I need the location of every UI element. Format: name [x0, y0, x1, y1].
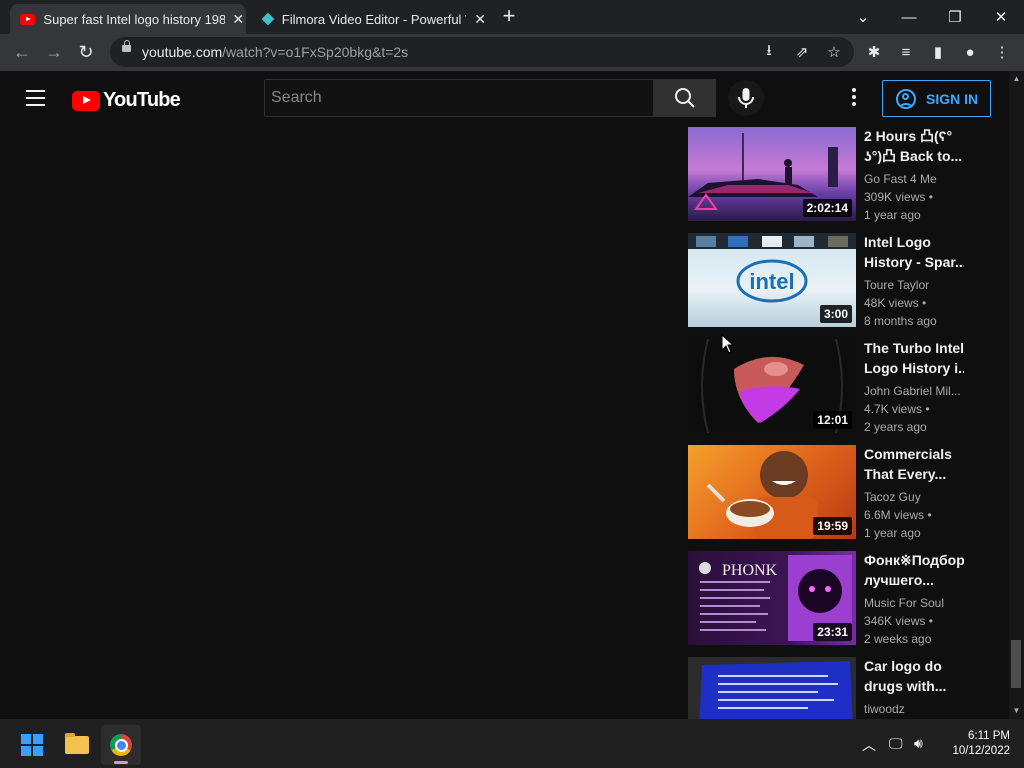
channel-name[interactable]: John Gabriel Mil...	[864, 382, 974, 400]
scroll-up-arrow-icon[interactable]: ▲	[1009, 72, 1024, 86]
duration-badge: 23:31	[813, 623, 852, 641]
video-title[interactable]: Car logo do drugs with...	[864, 656, 964, 696]
video-title[interactable]: The Turbo Intel Logo History i...	[864, 338, 964, 378]
tab-filmora[interactable]: Filmora Video Editor - Powerful V ✕	[252, 4, 488, 34]
tab-title: Super fast Intel logo history 1981	[43, 11, 225, 27]
tab-title: Filmora Video Editor - Powerful V	[281, 11, 467, 27]
settings-menu-icon[interactable]	[846, 88, 862, 108]
search-icon	[675, 88, 695, 108]
lock-icon[interactable]	[122, 40, 131, 52]
new-tab-button[interactable]: +	[498, 5, 520, 28]
upload-age: 1 year ago	[864, 526, 921, 540]
media-control-icon[interactable]: ≡	[894, 40, 918, 64]
share-icon[interactable]: ⇗	[790, 40, 814, 64]
profile-icon[interactable]: ●	[958, 40, 982, 64]
start-button[interactable]	[12, 725, 52, 765]
bookmark-star-icon[interactable]: ☆	[822, 40, 846, 64]
side-panel-icon[interactable]: ▮	[926, 40, 950, 64]
duration-badge: 3:00	[819, 305, 852, 323]
recommended-video[interactable]: 2:02:14 2 Hours 凸(ʕ° ʖ°)凸 Back to... Go …	[688, 127, 988, 222]
clock-date: 10/12/2022	[952, 745, 1010, 757]
recommended-video[interactable]: 19:59 Commercials That Every... Tacoz Gu…	[688, 444, 988, 540]
duration-badge: 19:59	[813, 517, 852, 535]
close-tab-icon[interactable]: ✕	[231, 11, 246, 27]
duration-badge: 12:01	[813, 411, 852, 429]
url-text[interactable]: youtube.com/watch?v=o1FxSp20bkg&t=2s	[142, 44, 408, 60]
upload-age: 2 years ago	[864, 420, 927, 434]
filmora-favicon-icon	[261, 12, 275, 26]
scrollbar-thumb[interactable]	[1011, 640, 1021, 688]
video-title[interactable]: 2 Hours 凸(ʕ° ʖ°)凸 Back to...	[864, 127, 964, 166]
duration-badge: 2:02:14	[802, 199, 852, 217]
view-count: 48K views •	[864, 296, 927, 310]
recommended-video[interactable]: PHONK 23:31 Фонк※Подборк лучшего... Musi…	[688, 550, 988, 646]
upload-age: 8 months ago	[864, 314, 937, 328]
view-count: 4.7K views •	[864, 402, 930, 416]
install-app-icon[interactable]: ⭳	[757, 40, 781, 64]
chrome-menu-icon[interactable]: ⋮	[990, 40, 1014, 64]
windows-logo-icon	[21, 734, 43, 756]
clock-time: 6:11 PM	[968, 730, 1010, 742]
thumbnail-logo-text: PHONK	[722, 562, 778, 579]
account-icon	[896, 88, 916, 109]
channel-name[interactable]: Music For Soul	[864, 594, 974, 612]
forward-button[interactable]: →	[40, 38, 68, 66]
channel-name[interactable]: Go Fast 4 Me	[864, 170, 974, 188]
tab-search-icon[interactable]: ⌄	[840, 0, 886, 34]
system-clock[interactable]: 6:11 PM 10/12/2022	[944, 729, 1010, 759]
tab-youtube[interactable]: Super fast Intel logo history 1981 ✕	[10, 4, 246, 34]
chrome-icon	[110, 734, 132, 756]
restore-button[interactable]: ❐	[932, 0, 978, 34]
youtube-play-icon	[72, 90, 100, 111]
view-count: 6.6M views •	[864, 508, 932, 522]
recommendations-list: 2:02:14 2 Hours 凸(ʕ° ʖ°)凸 Back to... Go …	[688, 127, 988, 719]
back-button[interactable]: ←	[8, 38, 36, 66]
youtube-favicon-icon	[20, 13, 36, 25]
upload-age: 1 year ago	[864, 208, 921, 222]
channel-name[interactable]: Tacoz Guy	[864, 488, 974, 506]
search-button[interactable]	[654, 79, 716, 117]
recommended-video[interactable]: intel 3:00 Intel Logo History - Spar... …	[688, 232, 988, 328]
close-window-button[interactable]: ✕	[978, 0, 1024, 34]
microphone-icon	[738, 88, 754, 108]
sign-in-button[interactable]: SIGN IN	[882, 80, 991, 117]
youtube-logo[interactable]: YouTube	[72, 89, 181, 112]
video-title[interactable]: Фонк※Подборк лучшего...	[864, 550, 964, 590]
volume-icon[interactable]: 🔊︎	[914, 735, 923, 752]
file-explorer-button[interactable]	[57, 725, 97, 765]
video-thumbnail[interactable]: intel 3:00	[688, 233, 856, 327]
channel-name[interactable]: tiwoodz	[864, 700, 974, 718]
close-tab-icon[interactable]: ✕	[472, 11, 488, 27]
voice-search-button[interactable]	[728, 80, 764, 116]
thumbnail-logo-text: intel	[749, 269, 794, 294]
video-thumbnail[interactable]: PHONK 23:31	[688, 551, 856, 645]
search-box	[264, 79, 654, 117]
network-icon[interactable]: 🖵	[889, 735, 903, 752]
scroll-down-arrow-icon[interactable]: ▼	[1009, 704, 1024, 718]
extensions-icon[interactable]: ✱	[862, 40, 886, 64]
view-count: 309K views •	[864, 190, 933, 204]
channel-name[interactable]: Toure Taylor	[864, 276, 974, 294]
page-scrollbar[interactable]	[1009, 71, 1024, 719]
active-app-indicator	[114, 761, 128, 764]
video-thumbnail[interactable]: 12:01	[688, 339, 856, 433]
video-thumbnail[interactable]: 19:59	[688, 445, 856, 539]
reload-button[interactable]: ↻	[72, 38, 100, 66]
recommended-video[interactable]: Car logo do drugs with... tiwoodz	[688, 657, 988, 719]
upload-age: 2 weeks ago	[864, 632, 932, 646]
show-hidden-icons-icon[interactable]: ︿	[862, 735, 876, 755]
video-thumbnail[interactable]	[688, 657, 856, 719]
folder-icon	[65, 733, 89, 754]
chrome-taskbar-button[interactable]	[101, 725, 141, 765]
mouse-cursor-icon	[721, 334, 735, 354]
search-input[interactable]	[265, 80, 637, 116]
video-thumbnail[interactable]: 2:02:14	[688, 127, 856, 221]
minimize-button[interactable]: —	[886, 0, 932, 34]
video-title[interactable]: Intel Logo History - Spar...	[864, 232, 964, 272]
video-title[interactable]: Commercials That Every...	[864, 444, 964, 484]
bluescreen-art	[699, 661, 853, 719]
hamburger-menu-icon[interactable]	[26, 90, 45, 106]
view-count: 346K views •	[864, 614, 933, 628]
